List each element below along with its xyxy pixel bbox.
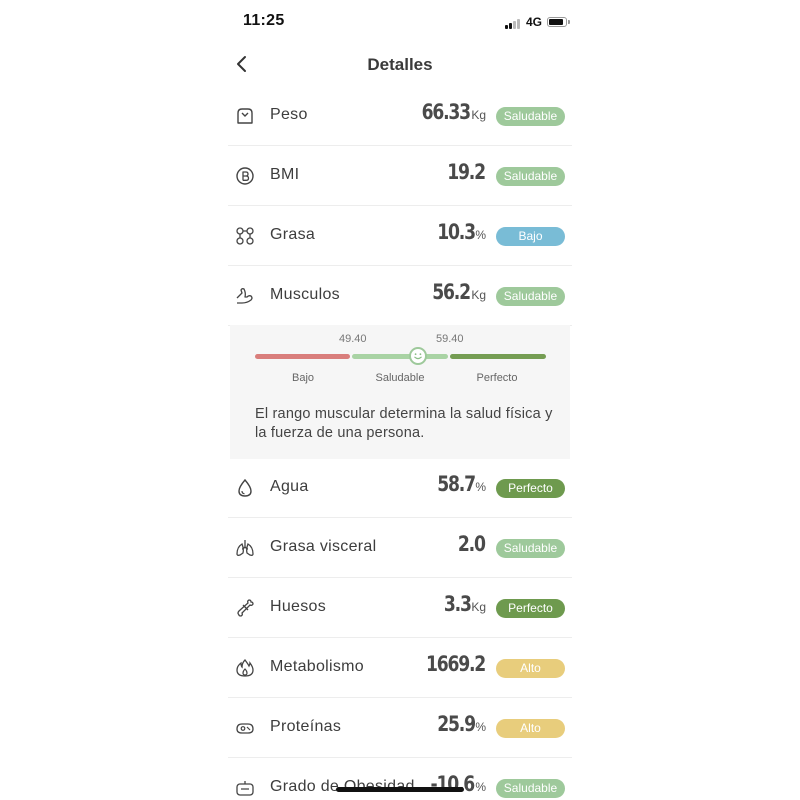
metric-label: Huesos [270, 598, 327, 615]
metric-value: 19.2 [447, 160, 486, 184]
metric-unit: % [475, 780, 486, 794]
status-badge: Saludable [496, 779, 565, 798]
metric-row-2[interactable]: Grasa 10.3% Bajo [228, 206, 572, 266]
segment-label-mid: Saludable [375, 372, 425, 384]
obesity-scale-icon [236, 781, 254, 796]
metric-row-9[interactable]: Grado de Obesidad-10.6%Saludable [228, 758, 572, 800]
cellular-signal-icon [505, 18, 522, 29]
lungs-icon [236, 540, 254, 556]
status-bar: 11:25 4G [228, 12, 572, 34]
flame-icon [236, 659, 254, 677]
metric-value: 1669.2 [425, 652, 486, 676]
metric-row-8[interactable]: Proteínas 25.9% Alto [228, 698, 572, 758]
metric-row-4[interactable]: Agua 58.7% Perfecto [228, 458, 572, 518]
metric-label: Proteínas [270, 718, 342, 735]
metric-label: Peso [270, 106, 308, 123]
status-badge: Bajo [496, 227, 565, 246]
metric-value-group: 66.33Kg [411, 100, 486, 124]
metric-value: 58.7 [436, 472, 476, 496]
metric-value-group: 10.3% [429, 220, 486, 244]
battery-icon [547, 17, 570, 27]
network-type: 4G [526, 15, 543, 29]
metric-value: -10.6 [430, 772, 476, 796]
metric-value-group: 3.3Kg [438, 592, 486, 616]
metric-unit: Kg [471, 288, 486, 302]
status-badge: Alto [496, 659, 565, 678]
metric-value: 56.2 [432, 280, 472, 304]
status-badge: Perfecto [496, 479, 565, 498]
metric-value: 25.9 [436, 712, 476, 736]
range-bar-high [450, 354, 546, 359]
home-indicator[interactable] [336, 787, 464, 792]
status-badge: Saludable [496, 287, 565, 306]
metric-value: 3.3 [443, 592, 471, 616]
metric-value: 2.0 [458, 532, 486, 556]
metric-label: Musculos [270, 286, 340, 303]
muscle-icon [236, 288, 253, 304]
status-badge: Saludable [496, 107, 565, 126]
metric-value: 10.3 [436, 220, 476, 244]
metric-row-7[interactable]: Metabolismo 1669.2 Alto [228, 638, 572, 698]
metric-label: Grasa [270, 226, 316, 243]
metric-value-group: 56.2Kg [424, 280, 486, 304]
metric-value-group: 25.9% [429, 712, 486, 736]
metric-unit: % [475, 228, 486, 242]
page-title: Detalles [367, 55, 433, 74]
range-tick-high: 59.40 [436, 333, 464, 345]
metric-label: Grasa visceral [270, 538, 377, 555]
metric-label: Metabolismo [270, 658, 365, 675]
status-time: 11:25 [243, 12, 285, 29]
status-badge: Saludable [496, 539, 565, 558]
metric-row-0[interactable]: Peso 66.33Kg Saludable [228, 86, 572, 146]
metric-unit: % [475, 720, 486, 734]
metric-row-5[interactable]: Grasa visceral 2.0 Saludable [228, 518, 572, 578]
protein-icon [236, 723, 254, 734]
muscle-range-description: El rango muscular determina la salud fís… [255, 406, 553, 441]
metric-value: 66.33 [421, 100, 472, 124]
metric-unit: % [475, 480, 486, 494]
phone-screen: 11:25 4G Detalles Peso 66.33Kg Saludable BM… [228, 0, 572, 800]
range-tick-low: 49.40 [339, 333, 367, 345]
metric-unit: Kg [471, 600, 486, 614]
metric-unit: Kg [471, 108, 486, 122]
metric-value-group: 2.0 [452, 532, 486, 556]
status-badge: Perfecto [496, 599, 565, 618]
bone-icon [237, 599, 254, 617]
weight-icon [237, 108, 253, 124]
metric-row-1[interactable]: BMI 19.2 Saludable [228, 146, 572, 206]
fat-icon [236, 227, 254, 245]
bmi-icon [236, 167, 254, 185]
range-bar-low [255, 354, 350, 359]
muscle-range-panel: 49.40 59.40 Bajo Saludable Perfecto El r… [230, 325, 570, 459]
segment-label-high: Perfecto [476, 372, 518, 384]
metric-row-6[interactable]: Huesos 3.3Kg Perfecto [228, 578, 572, 638]
metric-value-group: 19.2 [439, 160, 486, 184]
metric-label: Agua [270, 478, 309, 495]
metric-value-group: -10.6% [421, 772, 486, 796]
metric-label: BMI [270, 166, 300, 183]
metric-value-group: 58.7% [429, 472, 486, 496]
range-bar-mid [352, 354, 448, 359]
smiley-face-icon [409, 347, 427, 365]
water-drop-icon [238, 478, 252, 497]
metric-value-group: 1669.2 [413, 652, 486, 676]
segment-label-low: Bajo [291, 372, 315, 384]
metric-row-3[interactable]: Musculos 56.2Kg Saludable [228, 266, 572, 326]
status-badge: Saludable [496, 167, 565, 186]
status-badge: Alto [496, 719, 565, 738]
